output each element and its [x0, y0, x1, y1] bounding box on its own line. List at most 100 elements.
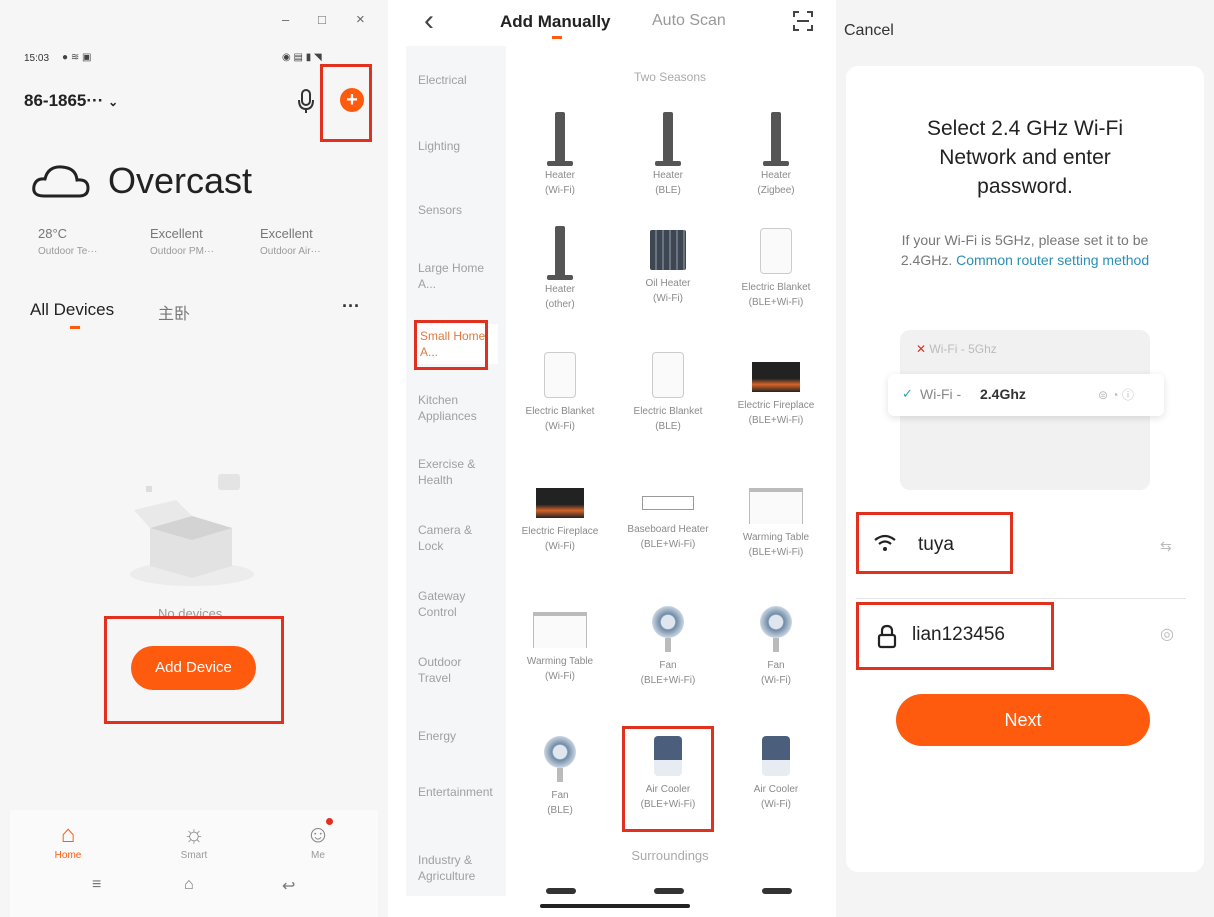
- device-warming-table-ble-wifi[interactable]: Warming Table (BLE+Wi-Fi): [730, 488, 822, 560]
- device-air-cooler-wifi[interactable]: Air Cooler (Wi-Fi): [730, 736, 822, 812]
- category-large-home[interactable]: Large Home A...: [418, 260, 492, 292]
- sun-icon: ☼: [183, 821, 205, 848]
- wifi-5ghz-prefix: Wi-Fi -: [929, 342, 969, 356]
- add-device-header: ‹ Add Manually Auto Scan: [396, 0, 828, 50]
- nav-me-label: Me: [311, 850, 325, 861]
- more-options-icon[interactable]: ···: [342, 296, 360, 317]
- account-selector[interactable]: 86-1865··· ⌄: [24, 91, 118, 111]
- check-icon: ✓: [902, 386, 913, 401]
- active-tab-indicator: [552, 36, 562, 39]
- cancel-button[interactable]: Cancel: [844, 22, 894, 40]
- category-energy[interactable]: Energy: [418, 728, 498, 744]
- heater-tower-icon: [547, 112, 573, 166]
- home-screen-panel: – □ × 15:03 ● ≋ ▣ ◉ ▤ ▮ ◥ 86-1865··· ⌄ +…: [0, 0, 388, 917]
- heater-tower-icon: [763, 112, 789, 166]
- notification-dot: [326, 818, 333, 825]
- highlight-box-add-device: [104, 616, 284, 724]
- next-button[interactable]: Next: [896, 694, 1150, 746]
- device-name: Electric Fireplace: [521, 526, 599, 537]
- category-electrical[interactable]: Electrical: [418, 72, 498, 88]
- highlight-box-password: [856, 602, 1054, 670]
- category-industry[interactable]: Industry & Agriculture: [418, 852, 494, 884]
- category-camera[interactable]: Camera & Lock: [418, 522, 488, 554]
- nav-me[interactable]: ☺ Me: [288, 820, 348, 861]
- oil-heater-icon: [650, 230, 686, 270]
- scan-icon[interactable]: [792, 10, 814, 32]
- device-name: Electric Blanket: [633, 406, 703, 417]
- window-minimize-button[interactable]: –: [282, 12, 289, 27]
- device-fan-ble[interactable]: Fan (BLE): [514, 736, 606, 818]
- window-close-button[interactable]: ×: [356, 11, 365, 28]
- air-cooler-icon: [762, 736, 790, 776]
- fireplace-icon: [536, 488, 584, 518]
- fan-icon: [514, 736, 606, 782]
- device-blanket-ble-wifi[interactable]: Electric Blanket (BLE+Wi-Fi): [730, 228, 822, 310]
- device-sub: (BLE+Wi-Fi): [640, 675, 696, 686]
- tab-add-manually[interactable]: Add Manually: [500, 12, 611, 32]
- category-entertainment[interactable]: Entertainment: [418, 784, 494, 800]
- stat-temperature-label: Outdoor Te···: [38, 246, 98, 257]
- device-name: Warming Table: [526, 656, 594, 667]
- device-heater-other[interactable]: Heater (other): [514, 226, 606, 312]
- active-tab-indicator: [70, 326, 80, 329]
- x-mark-icon: ✕: [916, 342, 927, 356]
- stat-air-label: Outdoor Air···: [260, 246, 321, 257]
- menu-icon[interactable]: ≡: [92, 876, 101, 894]
- account-label: 86-1865···: [24, 91, 104, 110]
- back-chevron-icon[interactable]: ‹: [424, 4, 434, 38]
- device-name: Fan: [551, 790, 569, 801]
- device-sub: (Wi-Fi): [653, 293, 683, 304]
- tab-all-devices[interactable]: All Devices: [30, 300, 114, 320]
- device-fan-wifi[interactable]: Fan (Wi-Fi): [730, 606, 822, 688]
- wifi-24ghz-row: ✓ Wi-Fi - 2.4Ghz ⊜ ◔ ⓘ: [888, 374, 1164, 416]
- tab-master-bedroom[interactable]: 主卧: [158, 300, 190, 324]
- category-kitchen[interactable]: Kitchen Appliances: [418, 392, 498, 424]
- device-name: Heater: [544, 170, 575, 181]
- device-fan-ble-wifi[interactable]: Fan (BLE+Wi-Fi): [622, 606, 714, 688]
- category-gateway[interactable]: Gateway Control: [418, 588, 488, 620]
- home-key-icon[interactable]: ⌂: [184, 876, 194, 894]
- device-heater-wifi[interactable]: Heater (Wi-Fi): [514, 112, 606, 198]
- device-fireplace-ble-wifi[interactable]: Electric Fireplace (BLE+Wi-Fi): [730, 362, 822, 428]
- baseboard-heater-icon: [642, 496, 694, 510]
- blanket-icon: [652, 352, 684, 398]
- device-name: Electric Blanket: [525, 406, 595, 417]
- wifi-setup-panel: Cancel Select 2.4 GHz Wi-Fi Network and …: [836, 0, 1214, 917]
- window-maximize-button[interactable]: □: [318, 12, 326, 27]
- nav-home[interactable]: ⌂ Home: [38, 820, 98, 861]
- eye-icon[interactable]: ◎: [1160, 624, 1174, 644]
- tab-auto-scan[interactable]: Auto Scan: [652, 12, 726, 30]
- device-sub: (Wi-Fi): [761, 799, 791, 810]
- category-outdoor[interactable]: Outdoor Travel: [418, 654, 488, 686]
- category-sensors[interactable]: Sensors: [418, 202, 498, 218]
- category-sidebar: Electrical Lighting Sensors Large Home A…: [406, 46, 506, 896]
- stat-air-value: Excellent: [260, 226, 313, 241]
- device-heater-ble[interactable]: Heater (BLE): [622, 112, 714, 198]
- device-fireplace-wifi[interactable]: Electric Fireplace (Wi-Fi): [514, 488, 606, 554]
- router-setting-link[interactable]: Common router setting method: [956, 252, 1149, 268]
- back-key-icon[interactable]: ↩: [282, 876, 295, 896]
- stat-pm-value: Excellent: [150, 226, 203, 241]
- device-sub: (Wi-Fi): [545, 185, 575, 196]
- device-sub: (BLE): [655, 421, 681, 432]
- category-lighting[interactable]: Lighting: [418, 138, 498, 154]
- wifi-5ghz-band: 5Ghz: [968, 342, 997, 356]
- device-warming-table-wifi[interactable]: Warming Table (Wi-Fi): [514, 612, 606, 684]
- device-sub: (Wi-Fi): [761, 675, 791, 686]
- home-indicator: [540, 904, 690, 908]
- device-sub: (Wi-Fi): [545, 671, 575, 682]
- nav-smart[interactable]: ☼ Smart: [164, 820, 224, 861]
- add-device-panel: ‹ Add Manually Auto Scan Electrical Ligh…: [396, 0, 828, 917]
- switch-network-icon[interactable]: ⇆: [1160, 538, 1172, 555]
- category-exercise[interactable]: Exercise & Health: [418, 456, 490, 488]
- device-heater-zigbee[interactable]: Heater (Zigbee): [730, 112, 822, 198]
- microphone-icon[interactable]: [294, 86, 318, 116]
- device-baseboard-heater[interactable]: Baseboard Heater (BLE+Wi-Fi): [622, 496, 714, 552]
- device-sub: (BLE+Wi-Fi): [748, 297, 804, 308]
- highlight-box-ssid: [856, 512, 1013, 574]
- device-blanket-ble[interactable]: Electric Blanket (BLE): [622, 352, 714, 434]
- device-blanket-wifi[interactable]: Electric Blanket (Wi-Fi): [514, 352, 606, 434]
- device-oil-heater-wifi[interactable]: Oil Heater (Wi-Fi): [622, 230, 714, 306]
- device-sub: (BLE+Wi-Fi): [748, 547, 804, 558]
- device-name: Air Cooler: [753, 784, 799, 795]
